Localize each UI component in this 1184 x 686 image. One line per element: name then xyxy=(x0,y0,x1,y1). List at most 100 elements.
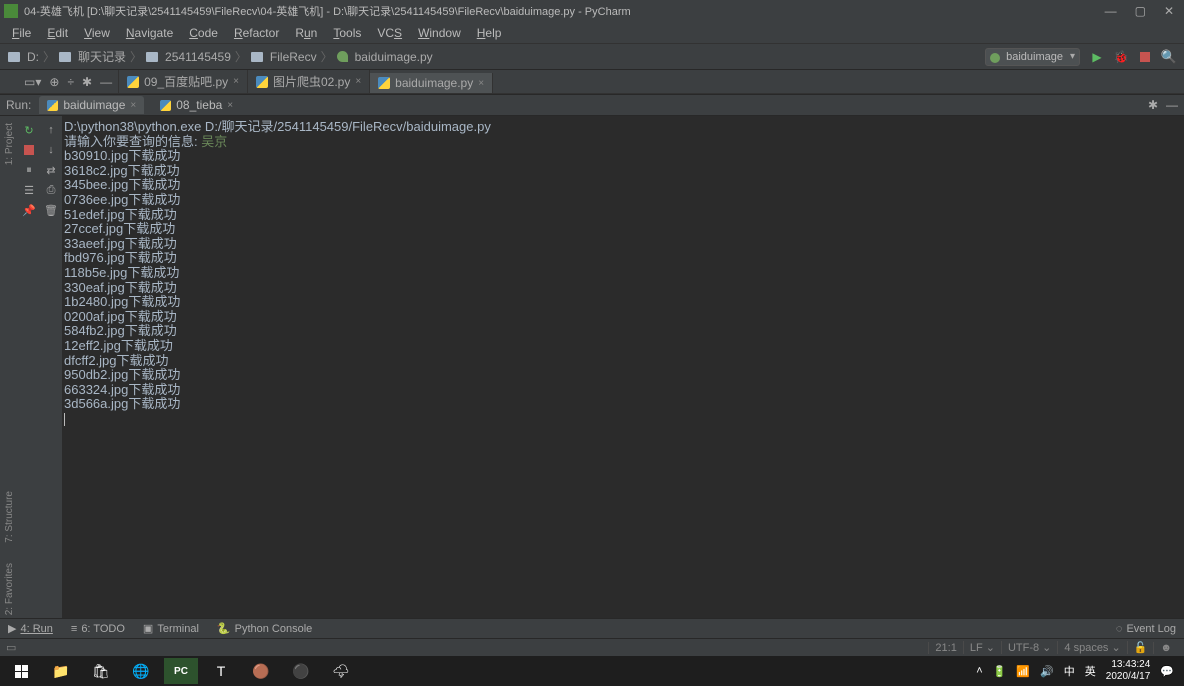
editor-left-toolbar: ▭▾ ⊕ ÷ ✱ — xyxy=(18,70,119,93)
windows-taskbar: 📁 🛍 🌐 PC T 🟤 ⚫ 🌩 ˄ 🔋 📶 🔊 中 英 13:43:24 20… xyxy=(0,656,1184,686)
folder-icon xyxy=(8,52,20,62)
system-tray[interactable]: ˄ 🔋 📶 🔊 中 英 13:43:24 2020/4/17 💬 xyxy=(976,659,1180,683)
bottom-eventlog[interactable]: ◌ Event Log xyxy=(1116,623,1176,635)
crumb-drive[interactable]: D: xyxy=(27,50,39,64)
bottom-python-console[interactable]: 🐍 Python Console xyxy=(217,622,312,635)
taskbar-chrome-icon[interactable]: 🌐 xyxy=(124,658,158,684)
taskbar-explorer-icon[interactable]: 📁 xyxy=(44,658,78,684)
close-tab-icon[interactable]: × xyxy=(130,100,136,111)
crumb-file[interactable]: baiduimage.py xyxy=(355,50,433,64)
presentation-icon[interactable]: ▭▾ xyxy=(24,75,41,89)
editor-tab-2[interactable]: 图片爬虫02.py × xyxy=(248,70,370,93)
down-icon[interactable]: ↓ xyxy=(43,142,59,158)
status-position[interactable]: 21:1 xyxy=(928,642,962,654)
stop-button-icon[interactable] xyxy=(1138,50,1152,64)
crumb-folder3[interactable]: FileRecv xyxy=(270,50,317,64)
run-hide-icon[interactable]: — xyxy=(1166,98,1178,112)
search-icon[interactable]: 🔍 xyxy=(1162,50,1176,64)
taskbar-store-icon[interactable]: 🛍 xyxy=(84,658,118,684)
tray-notifications-icon[interactable]: 💬 xyxy=(1160,665,1174,678)
close-tab-icon[interactable]: × xyxy=(478,78,484,89)
close-tab-icon[interactable]: × xyxy=(355,76,361,87)
up-icon[interactable]: ↑ xyxy=(43,122,59,138)
run-tab-active[interactable]: baiduimage × xyxy=(39,96,144,114)
debug-button-icon[interactable]: 🐞 xyxy=(1114,50,1128,64)
menu-window[interactable]: Window xyxy=(412,24,467,42)
run-settings-icon[interactable]: ✱ xyxy=(1148,98,1158,112)
print-icon[interactable]: ⎙ xyxy=(43,182,59,198)
bottom-terminal[interactable]: ▣ Terminal xyxy=(143,622,199,635)
breadcrumb[interactable]: D: 〉 聊天记录 〉 2541145459 〉 FileRecv 〉 baid… xyxy=(8,48,979,65)
python-icon xyxy=(127,76,139,88)
taskbar-app-icon[interactable]: 🌩 xyxy=(324,658,358,684)
menu-help[interactable]: Help xyxy=(471,24,508,42)
taskbar-typora-icon[interactable]: T xyxy=(204,658,238,684)
crumb-folder1[interactable]: 聊天记录 xyxy=(78,48,126,65)
tray-clock[interactable]: 13:43:24 2020/4/17 xyxy=(1106,659,1151,683)
menu-refactor[interactable]: Refactor xyxy=(228,24,285,42)
status-lock-icon[interactable]: 🔓 xyxy=(1127,641,1154,654)
editor-tab-3[interactable]: baiduimage.py × xyxy=(370,73,493,93)
editor-tab-1[interactable]: 09_百度贴吧.py × xyxy=(119,70,248,93)
menu-view[interactable]: View xyxy=(78,24,116,42)
close-button[interactable]: ✕ xyxy=(1164,4,1174,18)
run-button-icon[interactable]: ▶ xyxy=(1090,50,1104,64)
run-config-combo[interactable]: baiduimage xyxy=(985,48,1080,66)
console-output[interactable]: D:\python38\python.exe D:/聊天记录/254114545… xyxy=(62,116,1184,618)
menu-file[interactable]: File xyxy=(6,24,37,42)
status-bar: ▭ 21:1 LF ⌄ UTF-8 ⌄ 4 spaces ⌄ 🔓 ☻ xyxy=(0,638,1184,656)
pin-icon[interactable]: 📌 xyxy=(21,202,37,218)
tray-ime2[interactable]: 英 xyxy=(1085,663,1096,679)
folder-icon xyxy=(146,52,158,62)
close-tab-icon[interactable]: × xyxy=(227,100,233,111)
pause-icon[interactable]: ⏸ xyxy=(21,162,37,178)
trash-icon[interactable]: 🗑 xyxy=(43,202,59,218)
titlebar: 04-英雄飞机 [D:\聊天记录\2541145459\FileRecv\04-… xyxy=(0,0,1184,22)
start-button[interactable] xyxy=(4,658,38,684)
crumb-folder2[interactable]: 2541145459 xyxy=(165,50,231,64)
menu-run[interactable]: Run xyxy=(289,24,323,42)
sidebar-structure[interactable]: 7: Structure xyxy=(4,488,15,546)
tray-battery-icon[interactable]: 🔋 xyxy=(993,665,1007,678)
minimize-button[interactable]: — xyxy=(1105,4,1117,18)
rerun-icon[interactable]: ↻ xyxy=(21,122,37,138)
sidebar-favorites[interactable]: 2: Favorites xyxy=(4,560,15,618)
navbar: D: 〉 聊天记录 〉 2541145459 〉 FileRecv 〉 baid… xyxy=(0,44,1184,70)
maximize-button[interactable]: ▢ xyxy=(1135,4,1146,18)
menu-tools[interactable]: Tools xyxy=(327,24,367,42)
layout-icon[interactable]: ☰ xyxy=(21,182,37,198)
menu-edit[interactable]: Edit xyxy=(41,24,74,42)
taskbar-app-icon[interactable]: 🟤 xyxy=(244,658,278,684)
close-tab-icon[interactable]: × xyxy=(233,76,239,87)
folder-icon xyxy=(251,52,263,62)
wrap-icon[interactable]: ⇄ xyxy=(43,162,59,178)
run-tab-inactive[interactable]: 08_tieba × xyxy=(152,96,241,114)
taskbar-app-icon[interactable]: ⚫ xyxy=(284,658,318,684)
status-encoding[interactable]: UTF-8 ⌄ xyxy=(1001,641,1057,654)
menu-navigate[interactable]: Navigate xyxy=(120,24,179,42)
status-msg-icon[interactable]: ▭ xyxy=(6,641,16,654)
gear-icon[interactable]: ✱ xyxy=(82,75,92,89)
bottom-todo[interactable]: ≡ 6: TODO xyxy=(71,623,125,635)
tray-wifi-icon[interactable]: 📶 xyxy=(1016,665,1030,678)
taskbar-pycharm-icon[interactable]: PC xyxy=(164,658,198,684)
tray-chevron-icon[interactable]: ˄ xyxy=(976,665,982,677)
bottom-run[interactable]: ▶ 4: Run xyxy=(8,622,53,635)
collapse-icon[interactable]: — xyxy=(100,75,112,89)
status-lineending[interactable]: LF ⌄ xyxy=(963,641,1001,654)
updown-icon[interactable]: ÷ xyxy=(67,75,74,89)
editor-tab-label: 图片爬虫02.py xyxy=(273,73,350,90)
left-sidebar-strip: 1: Project 7: Structure 2: Favorites xyxy=(0,116,18,618)
menu-code[interactable]: Code xyxy=(183,24,224,42)
stop-icon[interactable] xyxy=(21,142,37,158)
menubar: File Edit View Navigate Code Refactor Ru… xyxy=(0,22,1184,44)
bottom-toolbar: ▶ 4: Run ≡ 6: TODO ▣ Terminal 🐍 Python C… xyxy=(0,618,1184,638)
status-indent[interactable]: 4 spaces ⌄ xyxy=(1057,641,1126,654)
sidebar-project[interactable]: 1: Project xyxy=(4,120,15,168)
tray-ime[interactable]: 中 xyxy=(1064,663,1075,679)
status-inspect-icon[interactable]: ☻ xyxy=(1153,642,1178,654)
editor-tab-label: baiduimage.py xyxy=(395,76,473,90)
target-icon[interactable]: ⊕ xyxy=(49,75,59,89)
tray-volume-icon[interactable]: 🔊 xyxy=(1040,665,1054,678)
menu-vcs[interactable]: VCS xyxy=(371,24,408,42)
